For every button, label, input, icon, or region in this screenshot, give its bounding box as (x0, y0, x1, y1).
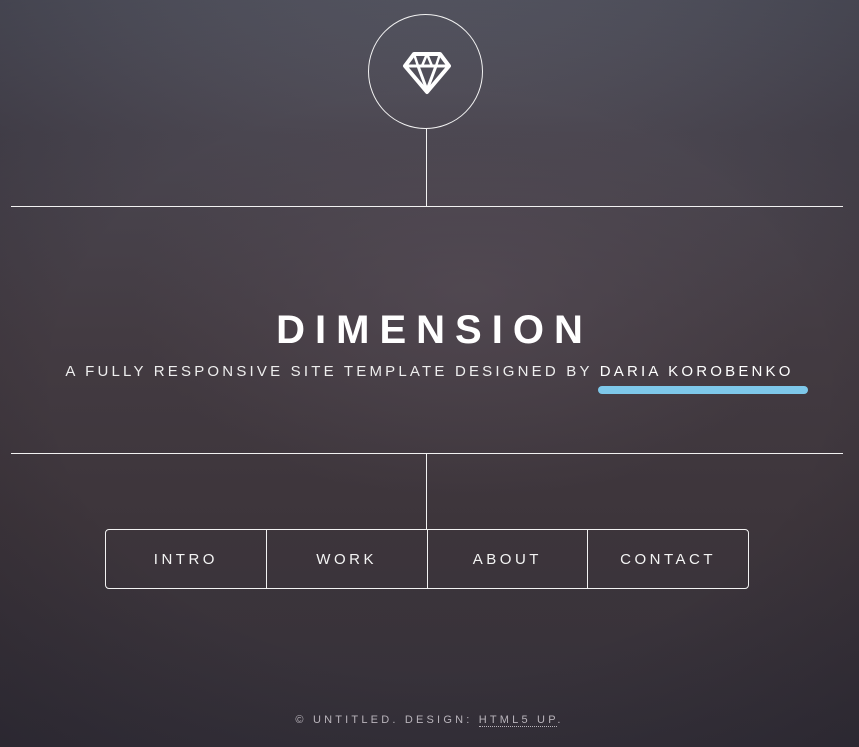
nav-item-intro[interactable]: INTRO (106, 530, 266, 588)
main-nav: INTRO WORK ABOUT CONTACT (105, 529, 749, 589)
designer-link[interactable]: DARIA KOROBENKO (600, 363, 794, 380)
subtitle-text: A FULLY RESPONSIVE SITE TEMPLATE DESIGNE… (65, 363, 600, 380)
logo (368, 14, 483, 129)
nav-item-about[interactable]: ABOUT (426, 530, 588, 588)
nav-item-contact[interactable]: CONTACT (587, 530, 748, 588)
html5up-link[interactable]: HTML5 UP (478, 714, 558, 727)
link-highlight (598, 386, 808, 394)
footer-copyright: © UNTITLED. DESIGN: HTML5 UP. (0, 714, 859, 727)
connector-line-bottom (426, 453, 427, 530)
connector-line-top (426, 129, 427, 206)
diamond-icon (403, 52, 451, 94)
footer-text: © UNTITLED. DESIGN: (295, 714, 479, 726)
footer-suffix: . (557, 714, 564, 726)
divider-top (11, 206, 843, 207)
nav-item-work[interactable]: WORK (265, 530, 427, 588)
site-title: DIMENSION (276, 307, 593, 352)
divider-bottom (11, 453, 843, 454)
site-subtitle: A FULLY RESPONSIVE SITE TEMPLATE DESIGNE… (0, 362, 859, 382)
